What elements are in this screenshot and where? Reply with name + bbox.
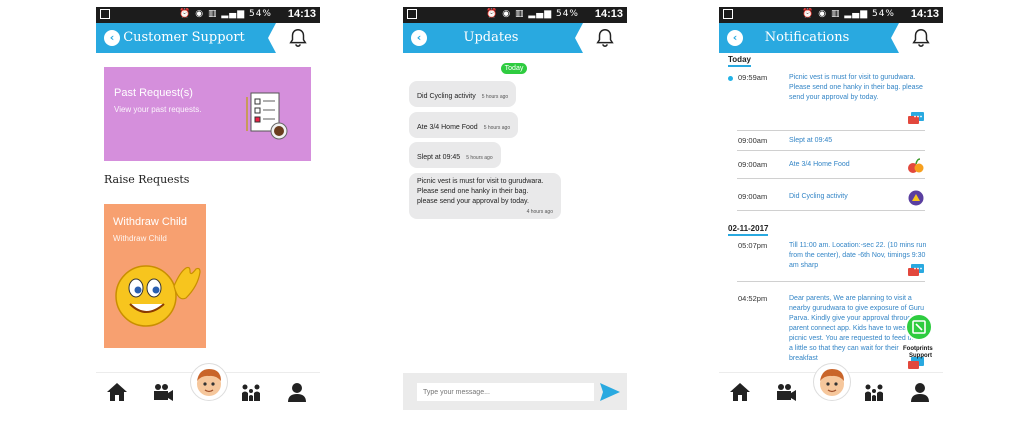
- page-title: Customer Support: [123, 30, 245, 45]
- status-icons: ⏰ ◉ ▥ ▂▄▆ 54%: [179, 9, 272, 19]
- message-bubble: Picnic vest is must for visit to gurudwa…: [409, 173, 561, 219]
- message-text: Please send one hanky in their bag.: [417, 188, 529, 195]
- withdraw-title: Withdraw Child: [113, 216, 187, 228]
- family-icon[interactable]: [240, 381, 262, 403]
- home-icon[interactable]: [729, 381, 751, 403]
- status-time: 14:13: [594, 8, 623, 20]
- page-title: Updates: [463, 30, 519, 45]
- chat-icon: [908, 264, 924, 276]
- gallery-icon: [723, 9, 733, 19]
- video-icon[interactable]: [775, 381, 797, 403]
- message-time: 4 hours ago: [526, 209, 553, 215]
- section-header-today: Today: [728, 55, 751, 67]
- unread-dot: [728, 76, 733, 81]
- notification-time: 04:52pm: [738, 294, 768, 303]
- waving-smiley-icon: [115, 265, 201, 327]
- notification-text: Picnic vest is must for visit to gurudwa…: [789, 74, 923, 101]
- status-time: 14:13: [910, 8, 939, 20]
- message-text: Picnic vest is must for visit to gurudwa…: [417, 178, 544, 185]
- gallery-icon: [407, 9, 417, 19]
- message-input[interactable]: [417, 383, 594, 401]
- status-icons: ⏰ ◉ ▥ ▂▄▆ 54%: [802, 9, 895, 19]
- past-requests-card[interactable]: Past Request(s) View your past requests.: [104, 67, 311, 161]
- status-bar: ⏰ ◉ ▥ ▂▄▆ 54% 14:13: [96, 7, 320, 23]
- notification-time: 09:00am: [738, 192, 768, 201]
- raise-requests-heading: Raise Requests: [104, 173, 190, 186]
- clipboard-icon: [246, 92, 288, 140]
- message-text: Slept at 09:45: [417, 154, 461, 161]
- past-requests-subtitle: View your past requests.: [114, 105, 202, 114]
- profile-icon[interactable]: [286, 381, 308, 403]
- status-bar: ⏰ ◉ ▥ ▂▄▆ 54% 14:13: [719, 7, 943, 23]
- message-bubble: Did Cycling activity 5 hours ago: [409, 81, 517, 107]
- footprints-support-label: Footprints Support: [903, 346, 933, 359]
- message-bubble: Ate 3/4 Home Food 5 hours ago: [409, 112, 519, 138]
- section-header-date: 02-11-2017: [728, 224, 769, 236]
- message-bubble: Slept at 09:45 5 hours ago: [409, 142, 501, 168]
- gallery-icon: [100, 9, 110, 19]
- past-requests-title: Past Request(s): [114, 87, 193, 99]
- withdraw-subtitle: Withdraw Child: [113, 234, 167, 243]
- fruit-icon: [908, 158, 924, 173]
- header: ‹ Updates: [403, 23, 627, 53]
- message-time: 5 hours ago: [466, 155, 493, 161]
- status-bar: ⏰ ◉ ▥ ▂▄▆ 54% 14:13: [403, 7, 627, 23]
- header: ‹ Customer Support: [96, 23, 320, 53]
- activity-icon: [908, 190, 924, 206]
- header: ‹ Notifications: [719, 23, 943, 53]
- customer-support-screen: ⏰ ◉ ▥ ▂▄▆ 54% 14:13 ‹ Customer Support P…: [96, 7, 320, 410]
- today-badge: Today: [501, 63, 527, 74]
- notification-time: 05:07pm: [738, 241, 768, 250]
- notifications-screen: ⏰ ◉ ▥ ▂▄▆ 54% 14:13 ‹ Notifications Toda…: [719, 7, 943, 410]
- notification-time: 09:00am: [738, 136, 768, 145]
- message-time: 5 hours ago: [481, 94, 509, 100]
- bell-icon[interactable]: [910, 27, 932, 49]
- child-avatar[interactable]: [190, 363, 228, 401]
- updates-screen: ⏰ ◉ ▥ ▂▄▆ 54% 14:13 ‹ Updates Today Did …: [403, 7, 627, 410]
- status-icons: ⏰ ◉ ▥ ▂▄▆ 54%: [486, 9, 579, 19]
- bottom-nav: [719, 363, 943, 410]
- withdraw-child-card[interactable]: Withdraw Child Withdraw Child: [104, 204, 206, 348]
- notification-time: 09:00am: [738, 160, 768, 169]
- message-text: Ate 3/4 Home Food: [417, 124, 478, 131]
- message-time: 5 hours ago: [483, 125, 511, 131]
- bell-icon[interactable]: [594, 27, 616, 49]
- page-title: Notifications: [764, 30, 850, 45]
- notification-time: 09:59am: [738, 73, 768, 82]
- bottom-nav: [96, 363, 320, 410]
- family-icon[interactable]: [863, 381, 885, 403]
- status-time: 14:13: [287, 8, 316, 20]
- message-text: please send your approval by today.: [417, 198, 529, 205]
- message-text: Did Cycling activity: [417, 93, 476, 100]
- child-avatar[interactable]: [813, 363, 851, 401]
- notification-text: Slept at 09:45: [789, 137, 833, 144]
- home-icon[interactable]: [106, 381, 128, 403]
- video-icon[interactable]: [152, 381, 174, 403]
- footprints-support-button[interactable]: [905, 313, 933, 341]
- profile-icon[interactable]: [909, 381, 931, 403]
- chat-icon: [908, 112, 924, 124]
- message-composer: [403, 373, 627, 410]
- send-icon[interactable]: [599, 382, 621, 402]
- support-icon: [912, 320, 926, 334]
- bell-icon[interactable]: [287, 27, 309, 49]
